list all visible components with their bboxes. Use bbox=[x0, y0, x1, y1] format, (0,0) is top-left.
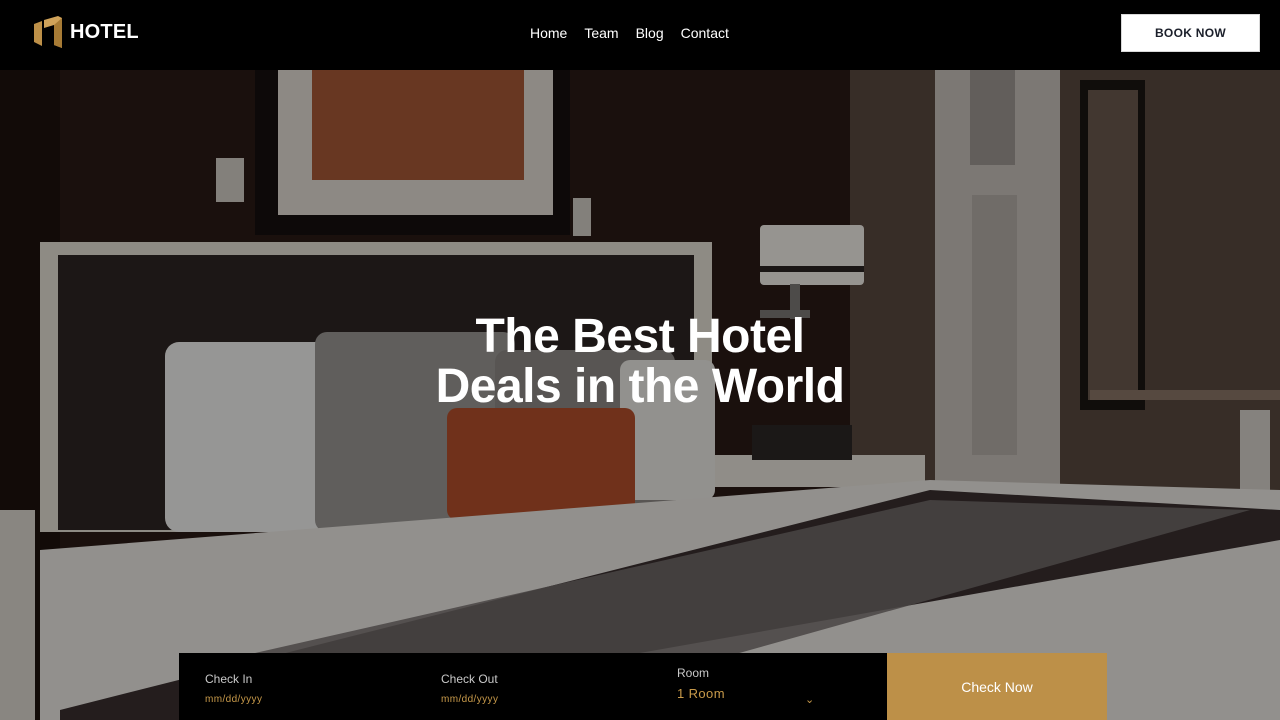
nav-blog[interactable]: Blog bbox=[636, 24, 664, 42]
hero-title-line-2: Deals in the World bbox=[435, 360, 845, 413]
booking-form: Check In mm/dd/yyyy Check Out mm/dd/yyyy… bbox=[179, 653, 1107, 720]
check-in-input[interactable]: mm/dd/yyyy bbox=[205, 694, 415, 705]
check-out-field[interactable]: Check Out mm/dd/yyyy bbox=[415, 653, 651, 720]
check-now-button[interactable]: Check Now bbox=[887, 653, 1107, 720]
nav-contact[interactable]: Contact bbox=[681, 24, 729, 42]
logo[interactable]: HOTEL bbox=[34, 16, 139, 48]
hero-title: The Best Hotel Deals in the World bbox=[0, 312, 1280, 412]
brand-name: HOTEL bbox=[70, 20, 139, 43]
room-label: Room bbox=[677, 666, 710, 680]
nav-home[interactable]: Home bbox=[530, 24, 567, 42]
chevron-down-icon[interactable]: ⌄ bbox=[805, 693, 814, 706]
hero-title-line-1: The Best Hotel bbox=[475, 310, 805, 363]
check-in-label: Check In bbox=[205, 672, 253, 686]
hero-section: The Best Hotel Deals in the World bbox=[0, 70, 1280, 720]
check-out-label: Check Out bbox=[441, 672, 498, 686]
book-now-button[interactable]: BOOK NOW bbox=[1121, 14, 1260, 52]
check-out-input[interactable]: mm/dd/yyyy bbox=[441, 694, 651, 705]
hotel-logo-icon bbox=[34, 16, 62, 48]
main-nav: Home Team Blog Contact bbox=[530, 24, 729, 42]
nav-team[interactable]: Team bbox=[584, 24, 618, 42]
check-in-field[interactable]: Check In mm/dd/yyyy bbox=[179, 653, 415, 720]
room-field[interactable]: Room 1 Room ⌄ bbox=[651, 653, 887, 720]
room-select[interactable]: 1 Room bbox=[677, 686, 887, 701]
site-header: HOTEL Home Team Blog Contact BOOK NOW bbox=[0, 0, 1280, 70]
